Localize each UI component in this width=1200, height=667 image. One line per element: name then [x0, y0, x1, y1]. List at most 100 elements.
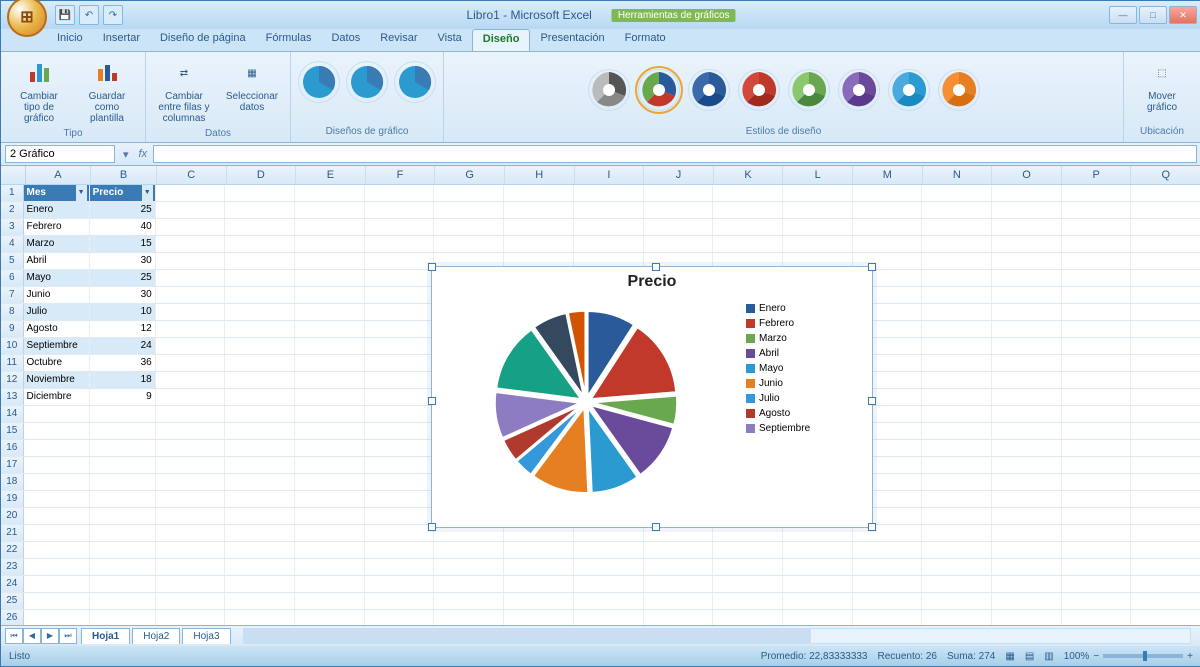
cell[interactable] [713, 610, 783, 625]
cell[interactable]: Mes [24, 185, 90, 201]
cell[interactable] [992, 559, 1062, 575]
cell[interactable] [295, 355, 365, 371]
cell[interactable] [1131, 542, 1200, 558]
cell[interactable] [1062, 355, 1132, 371]
save-icon[interactable]: 💾 [55, 5, 75, 25]
cell[interactable] [783, 202, 853, 218]
cell[interactable] [24, 593, 90, 609]
cell[interactable] [922, 457, 992, 473]
cell[interactable] [992, 270, 1062, 286]
legend-item[interactable]: Mayo [746, 363, 866, 374]
cell[interactable] [1131, 304, 1200, 320]
legend-item[interactable]: Agosto [746, 408, 866, 419]
cell[interactable] [24, 610, 90, 625]
cell[interactable] [225, 270, 295, 286]
undo-icon[interactable]: ↶ [79, 5, 99, 25]
cell[interactable] [295, 474, 365, 490]
cell[interactable] [156, 525, 226, 541]
cell[interactable] [24, 423, 90, 439]
cell[interactable] [365, 185, 435, 201]
cell[interactable] [992, 440, 1062, 456]
cell[interactable] [644, 219, 714, 235]
cell[interactable]: Mayo [24, 270, 90, 286]
cell[interactable] [225, 389, 295, 405]
cell[interactable] [434, 219, 504, 235]
cell[interactable] [90, 508, 156, 524]
legend-item[interactable]: Septiembre [746, 423, 866, 434]
cell[interactable] [24, 491, 90, 507]
save-as-template-button[interactable]: Guardar como plantilla [75, 55, 139, 126]
cell[interactable] [156, 253, 226, 269]
row-header[interactable]: 2 [1, 202, 24, 218]
tab-presentación[interactable]: Presentación [530, 29, 614, 51]
cell[interactable] [295, 270, 365, 286]
cell[interactable] [225, 321, 295, 337]
cell[interactable] [295, 304, 365, 320]
cell[interactable] [783, 559, 853, 575]
chart-layout-2[interactable] [346, 61, 388, 103]
cell[interactable] [1131, 440, 1200, 456]
cell[interactable]: Agosto [24, 321, 90, 337]
chart-layout-3[interactable] [394, 61, 436, 103]
column-header[interactable]: B [91, 166, 157, 184]
legend-item[interactable]: Abril [746, 348, 866, 359]
cell[interactable] [1062, 202, 1132, 218]
cell[interactable] [1062, 593, 1132, 609]
cell[interactable] [295, 440, 365, 456]
cell[interactable] [365, 610, 435, 625]
chart-style-6[interactable] [838, 69, 880, 111]
cell[interactable] [1131, 338, 1200, 354]
legend-item[interactable]: Enero [746, 303, 866, 314]
cell[interactable] [922, 236, 992, 252]
cell[interactable] [922, 559, 992, 575]
cell[interactable] [156, 321, 226, 337]
cell[interactable] [365, 287, 435, 303]
tab-insertar[interactable]: Insertar [93, 29, 150, 51]
sheet-nav-prev-icon[interactable]: ◀ [23, 628, 41, 644]
cell[interactable] [1131, 270, 1200, 286]
zoom-in-icon[interactable]: + [1187, 651, 1193, 662]
cell[interactable] [90, 474, 156, 490]
cell[interactable] [156, 542, 226, 558]
cell[interactable] [783, 593, 853, 609]
cell[interactable] [295, 202, 365, 218]
row-header[interactable]: 14 [1, 406, 24, 422]
cell[interactable] [295, 576, 365, 592]
cell[interactable] [992, 355, 1062, 371]
cell[interactable] [365, 338, 435, 354]
chart-legend[interactable]: EneroFebreroMarzoAbrilMayoJunioJulioAgos… [740, 297, 872, 507]
cell[interactable] [434, 542, 504, 558]
cell[interactable] [992, 338, 1062, 354]
cell[interactable] [434, 559, 504, 575]
row-header[interactable]: 23 [1, 559, 24, 575]
cell[interactable] [1131, 287, 1200, 303]
cell[interactable]: 12 [90, 321, 156, 337]
cell[interactable] [156, 372, 226, 388]
cell[interactable] [90, 525, 156, 541]
cell[interactable] [365, 576, 435, 592]
cell[interactable] [992, 389, 1062, 405]
cell[interactable] [90, 610, 156, 625]
cell[interactable] [295, 559, 365, 575]
cell[interactable] [156, 406, 226, 422]
cell[interactable] [1062, 338, 1132, 354]
row-header[interactable]: 7 [1, 287, 24, 303]
column-header[interactable]: C [157, 166, 227, 184]
cell[interactable] [156, 593, 226, 609]
cell[interactable] [992, 287, 1062, 303]
cell[interactable] [783, 219, 853, 235]
cell[interactable] [225, 593, 295, 609]
cell[interactable] [992, 406, 1062, 422]
cell[interactable] [156, 491, 226, 507]
cell[interactable] [156, 355, 226, 371]
cell[interactable] [1131, 389, 1200, 405]
cell[interactable]: Julio [24, 304, 90, 320]
cell[interactable] [365, 219, 435, 235]
sheet-nav-last-icon[interactable]: ⏭ [59, 628, 77, 644]
cell[interactable] [713, 576, 783, 592]
cell[interactable] [156, 610, 226, 625]
row-header[interactable]: 4 [1, 236, 24, 252]
tab-revisar[interactable]: Revisar [370, 29, 427, 51]
cell[interactable] [1131, 372, 1200, 388]
chart-style-4[interactable] [738, 69, 780, 111]
